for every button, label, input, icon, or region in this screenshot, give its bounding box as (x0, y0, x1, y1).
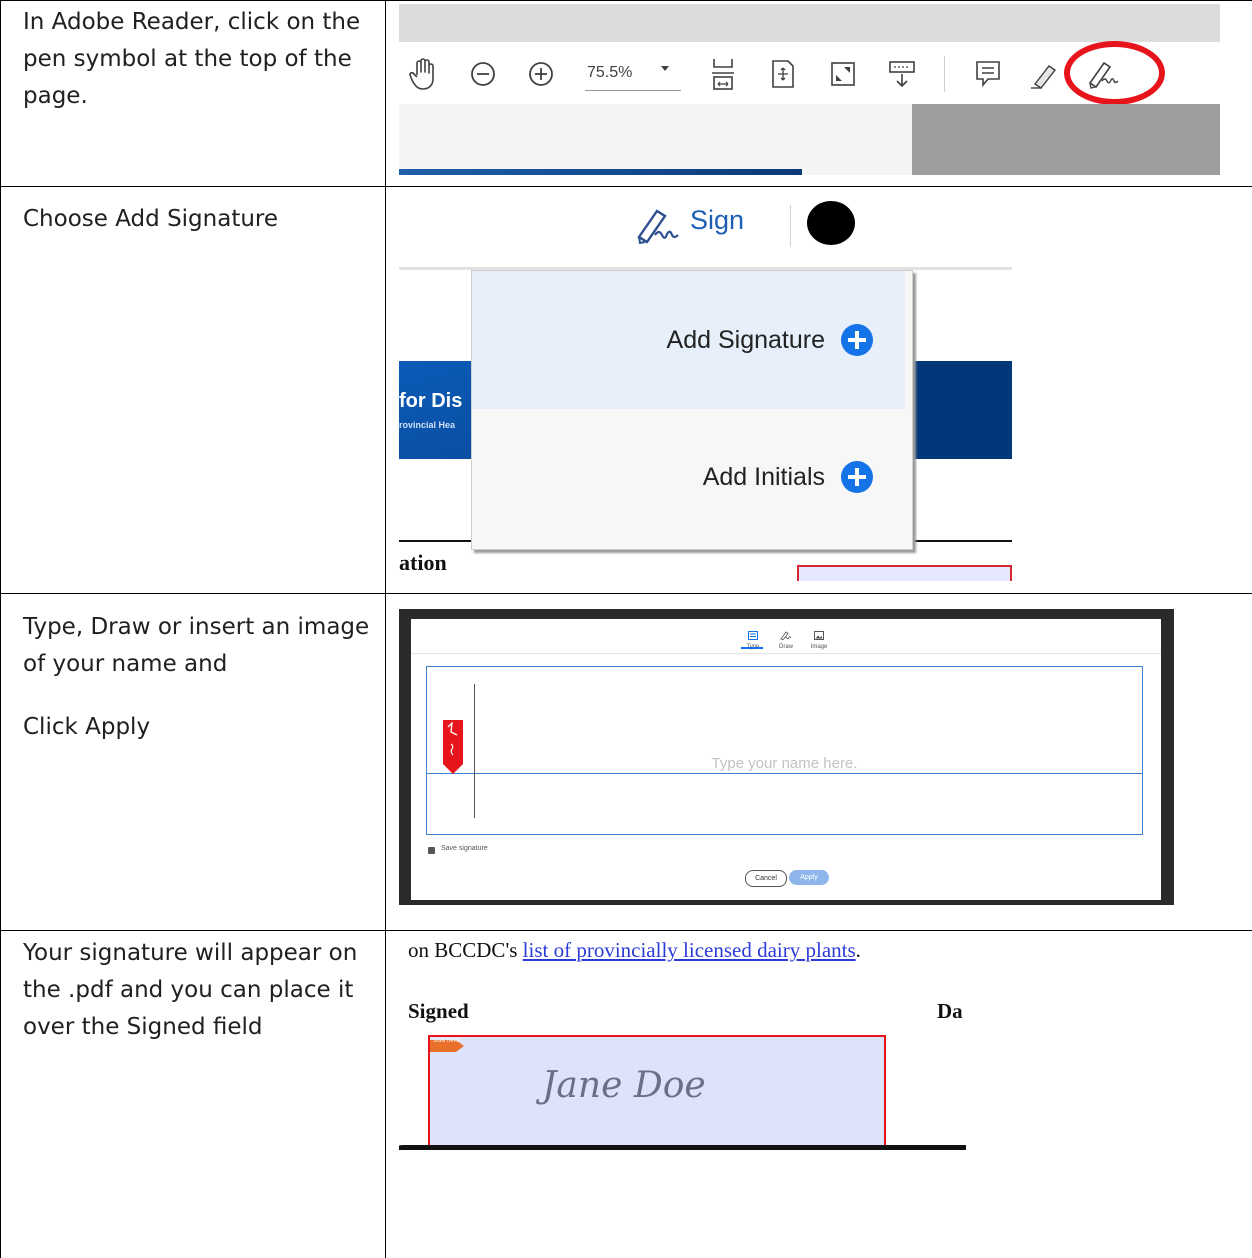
instruction-step-3-action: Click Apply (23, 714, 151, 740)
text-cursor (474, 684, 475, 818)
sign-menu-screenshot: Sign for Dis rovincial Hea ation Add Sig… (399, 201, 1012, 581)
add-initials-label: Add Initials (702, 462, 825, 491)
signature-entry-box[interactable]: Type your name here. (426, 666, 1143, 835)
signature-text: Jane Doe (542, 1065, 706, 1106)
tab-draw-label: Draw (778, 644, 793, 650)
sign-here-flag: SIGN HERE (430, 1037, 464, 1056)
tab-image-label: Image (810, 644, 828, 650)
document-page-edge (399, 1145, 966, 1150)
comment-icon[interactable] (970, 56, 1006, 92)
instruction-text: Choose Add Signature (23, 201, 373, 238)
signature-baseline (427, 773, 1142, 774)
tab-image[interactable]: Image (806, 625, 832, 650)
document-text-fragment: for Dis (399, 390, 463, 412)
hand-icon[interactable] (405, 56, 441, 92)
add-initials-item[interactable]: Add Initials (472, 409, 905, 545)
highlight-icon[interactable] (1027, 56, 1063, 92)
zoom-underline (585, 90, 681, 91)
sign-pen-icon[interactable] (633, 205, 685, 249)
save-signature-label: Save signature (441, 845, 488, 852)
type-icon (748, 631, 758, 640)
instruction-text: In Adobe Reader, click on the pen symbol… (23, 4, 373, 115)
image-icon (814, 631, 824, 640)
document-sentence: on BCCDC's list of provincially licensed… (408, 938, 861, 963)
cancel-button[interactable]: Cancel (745, 870, 787, 887)
zoom-value[interactable]: 75.5% (587, 64, 632, 82)
document-field (797, 565, 1012, 581)
table-row-divider (0, 930, 1252, 931)
tab-type-underline (741, 647, 763, 649)
instruction-step-1: In Adobe Reader, click on the pen symbol… (23, 9, 361, 109)
signature-dialog-screenshot: Type Draw Image Type your name here. Sav… (399, 609, 1174, 905)
sentence-suffix: . (855, 938, 861, 962)
instruction-text: Type, Draw or insert an image of your na… (23, 609, 373, 746)
zoom-in-icon[interactable] (523, 56, 559, 92)
add-signature-item[interactable]: Add Signature (472, 271, 905, 409)
highlight-circle (1064, 41, 1165, 105)
zoom-dropdown-icon[interactable] (661, 66, 669, 71)
sign-header-separator (790, 205, 791, 247)
date-label: Da (937, 999, 963, 1023)
instruction-step-3: Type, Draw or insert an image of your na… (23, 614, 370, 677)
save-signature-checkbox[interactable] (428, 847, 435, 854)
sign-here-flag-icon (443, 720, 463, 778)
black-dot-icon (807, 201, 855, 245)
instruction-step-4: Your signature will appear on the .pdf a… (23, 940, 358, 1040)
gray-panel (912, 104, 1220, 175)
toolbar-screenshot: 75.5% (399, 4, 1220, 175)
table-border-top (0, 0, 1252, 1)
sign-label[interactable]: Sign (690, 205, 744, 236)
document-blue-stripe (399, 169, 802, 175)
scroll-mode-icon[interactable] (884, 56, 920, 92)
sentence-prefix: on BCCDC's (408, 938, 523, 962)
document-heading-fragment: ation (399, 550, 447, 575)
signature-name-input[interactable]: Type your name here. (427, 755, 1142, 772)
signed-label: Signed (408, 999, 469, 1023)
table-row-divider (0, 593, 1252, 594)
instruction-step-2: Choose Add Signature (23, 206, 279, 232)
plus-icon (841, 461, 873, 493)
fit-width-icon[interactable] (705, 56, 741, 92)
draw-icon (780, 631, 792, 641)
dairy-plants-link[interactable]: list of provincially licensed dairy plan… (523, 938, 856, 962)
signature-dialog: Type Draw Image Type your name here. Sav… (411, 619, 1161, 900)
tab-draw[interactable]: Draw (774, 625, 798, 650)
instruction-text: Your signature will appear on the .pdf a… (23, 935, 373, 1046)
fullscreen-icon[interactable] (825, 56, 861, 92)
table-row-divider (0, 186, 1252, 187)
table-border-left (0, 0, 1, 1258)
table-column-divider (385, 0, 386, 1258)
toolbar-topbar (399, 4, 1220, 42)
signature-field-box[interactable]: SIGN HERE Jane Doe (428, 1035, 886, 1150)
plus-icon (841, 324, 873, 356)
sign-dropdown-menu: Add Signature Add Initials (471, 270, 913, 550)
document-text-fragment: rovincial Hea (399, 420, 456, 430)
signed-field-screenshot: on BCCDC's list of provincially licensed… (399, 935, 966, 1150)
toolbar-separator (944, 56, 945, 92)
sign-here-flag-label: SIGN HERE (433, 1038, 461, 1044)
add-signature-label: Add Signature (666, 325, 825, 354)
apply-button[interactable]: Apply (789, 870, 829, 885)
fit-page-icon[interactable] (765, 56, 801, 92)
zoom-out-icon[interactable] (465, 56, 501, 92)
